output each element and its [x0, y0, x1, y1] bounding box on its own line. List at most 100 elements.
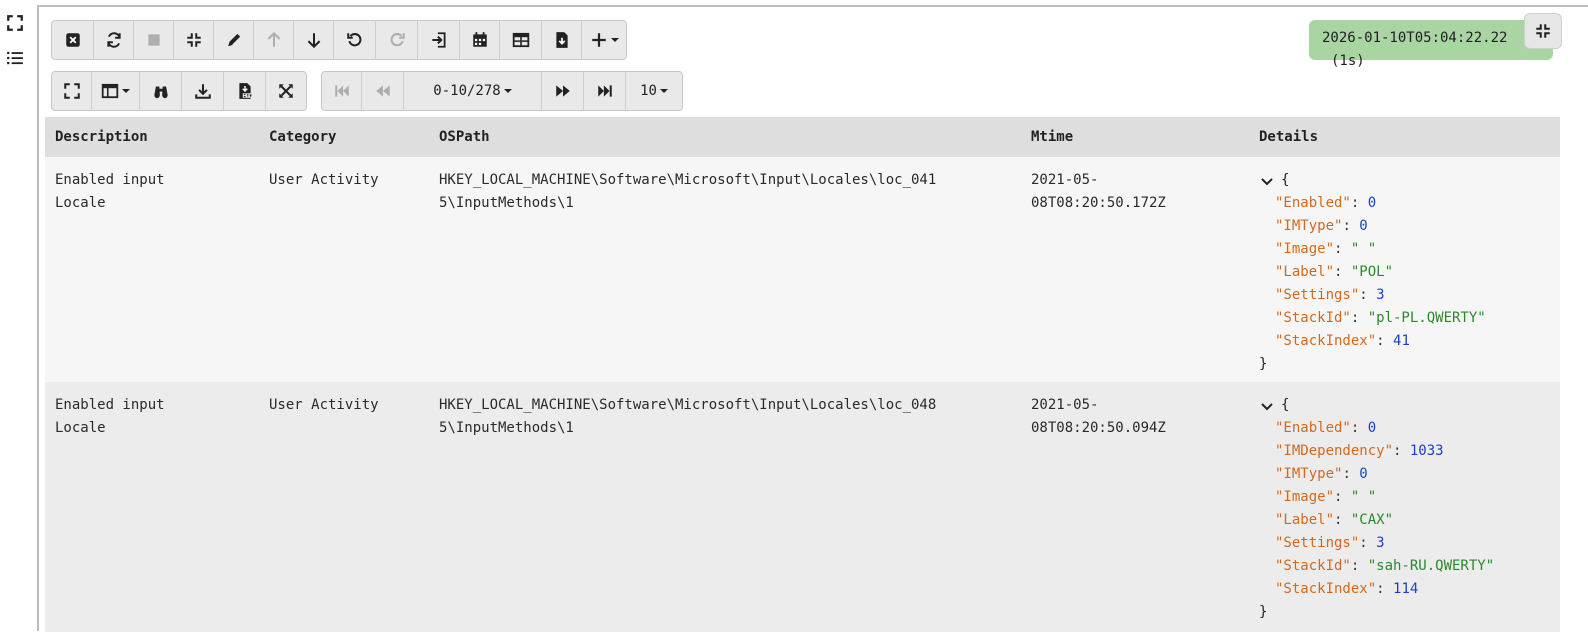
json-body: "Enabled": 0 "IMType": 0 "Image": " " "Labe… — [1259, 192, 1559, 353]
json-body: "Enabled": 0 "IMDependency": 1033 "IMType"… — [1259, 417, 1559, 601]
undo-icon — [346, 33, 361, 47]
json-key: "Label" — [1275, 512, 1335, 528]
move-up-button[interactable] — [254, 21, 294, 59]
json-value: 114 — [1393, 581, 1419, 597]
status-elapsed: (1s) — [1331, 53, 1365, 69]
column-header-ospath[interactable]: OSPath — [439, 129, 490, 145]
status-timestamp: 2026-01-10T05:04:22.22 — [1322, 30, 1508, 46]
json-separator: : — [1376, 333, 1394, 349]
notebook-cell-panel: 2026-01-10T05:04:22.22 (1s) 0-10/278 10 … — [37, 5, 1588, 632]
json-value: "CAX" — [1350, 512, 1394, 528]
json-separator: : — [1393, 443, 1410, 459]
caret-down-icon — [503, 89, 512, 93]
binoculars-icon — [153, 86, 168, 99]
page-size-dropdown[interactable]: 10 — [626, 72, 682, 110]
prev-page-button[interactable] — [362, 72, 404, 110]
calendar-button[interactable] — [460, 21, 500, 59]
table-button[interactable] — [500, 21, 542, 59]
json-value: " " — [1350, 241, 1377, 257]
import-icon — [431, 32, 446, 48]
json-separator: : — [1350, 195, 1368, 211]
page-range-dropdown[interactable]: 0-10/278 — [404, 72, 542, 110]
mtime-cell: 2021-05- 08T08:20:50.094Z — [1031, 397, 1166, 436]
json-separator: : — [1342, 466, 1360, 482]
json-property: "StackId": "pl-PL.QWERTY" — [1259, 307, 1559, 330]
json-toggle[interactable]: { — [1259, 169, 1559, 192]
category-cell: User Activity — [269, 397, 379, 413]
download-file-button[interactable] — [542, 21, 582, 59]
json-property: "Image": " " — [1259, 238, 1559, 261]
json-separator: : — [1350, 420, 1368, 436]
json-property: "StackId": "sah-RU.QWERTY" — [1259, 555, 1559, 578]
json-property: "IMType": 0 — [1259, 463, 1559, 486]
json-value: "sah-RU.QWERTY" — [1367, 558, 1495, 574]
json-separator: : — [1334, 264, 1351, 280]
first-page-button[interactable] — [322, 72, 362, 110]
json-property: "IMType": 0 — [1259, 215, 1559, 238]
json-separator: : — [1359, 535, 1377, 551]
stop-button[interactable] — [134, 21, 174, 59]
add-menu-button[interactable] — [582, 21, 626, 59]
move-down-button[interactable] — [294, 21, 334, 59]
json-key: "IMDependency" — [1275, 443, 1394, 459]
page-range: 0-10/278 — [433, 83, 501, 99]
json-key: "IMType" — [1275, 466, 1343, 482]
json-property: "StackIndex": 114 — [1259, 578, 1559, 601]
ospath-cell: HKEY_LOCAL_MACHINE\Software\Microsoft\In… — [439, 397, 937, 436]
csv-file-icon — [238, 83, 252, 99]
results-table: Description Category OSPath Mtime Detail… — [45, 117, 1560, 632]
columns-menu-button[interactable] — [92, 72, 140, 110]
json-key: "StackIndex" — [1275, 333, 1377, 349]
column-header-mtime[interactable]: Mtime — [1031, 129, 1073, 145]
fullscreen-icon[interactable] — [6, 14, 24, 32]
next-page-button[interactable] — [542, 72, 584, 110]
json-property: "StackIndex": 41 — [1259, 330, 1559, 353]
last-page-button[interactable] — [584, 72, 626, 110]
caret-down-icon — [610, 38, 619, 42]
compress-icon — [186, 33, 201, 47]
next-page-icon — [555, 85, 570, 97]
list-icon[interactable] — [6, 49, 24, 67]
redo-icon — [390, 33, 405, 47]
column-header-description[interactable]: Description — [55, 129, 148, 145]
json-value: 0 — [1359, 218, 1368, 234]
close-icon — [65, 33, 80, 47]
prev-page-icon — [375, 85, 390, 97]
last-page-icon — [597, 85, 612, 97]
left-rail — [0, 0, 36, 631]
refresh-button[interactable] — [94, 21, 134, 59]
json-property: "Settings": 3 — [1259, 284, 1559, 307]
csv-export-button[interactable] — [224, 72, 266, 110]
json-property: "IMDependency": 1033 — [1259, 440, 1559, 463]
import-button[interactable] — [418, 21, 460, 59]
compress-button[interactable] — [174, 21, 214, 59]
json-property: "Image": " " — [1259, 486, 1559, 509]
redo-button[interactable] — [376, 21, 418, 59]
column-header-details[interactable]: Details — [1259, 129, 1318, 145]
json-key: "Label" — [1275, 264, 1335, 280]
description-cell: Enabled input Locale — [55, 397, 165, 436]
download-button[interactable] — [182, 72, 224, 110]
json-value: 1033 — [1409, 443, 1444, 459]
undo-button[interactable] — [334, 21, 376, 59]
json-value: "POL" — [1350, 264, 1394, 280]
close-button[interactable] — [52, 21, 94, 59]
first-page-icon — [334, 85, 349, 97]
json-separator: : — [1334, 489, 1351, 505]
edit-button[interactable] — [214, 21, 254, 59]
chevron-down-icon — [1261, 177, 1273, 185]
fit-columns-button[interactable] — [266, 72, 306, 110]
json-key: "StackIndex" — [1275, 581, 1377, 597]
search-button[interactable] — [140, 72, 182, 110]
expand-button[interactable] — [52, 72, 92, 110]
plus-icon — [591, 33, 606, 47]
json-key: "Settings" — [1275, 535, 1360, 551]
json-value: 0 — [1359, 466, 1368, 482]
json-toggle[interactable]: { — [1259, 394, 1559, 417]
compress-icon — [1536, 24, 1550, 38]
json-value: 0 — [1367, 195, 1377, 211]
column-header-category[interactable]: Category — [269, 129, 336, 145]
pencil-icon — [227, 33, 240, 47]
collapse-button[interactable] — [1524, 13, 1562, 49]
expand-icon — [63, 83, 80, 99]
